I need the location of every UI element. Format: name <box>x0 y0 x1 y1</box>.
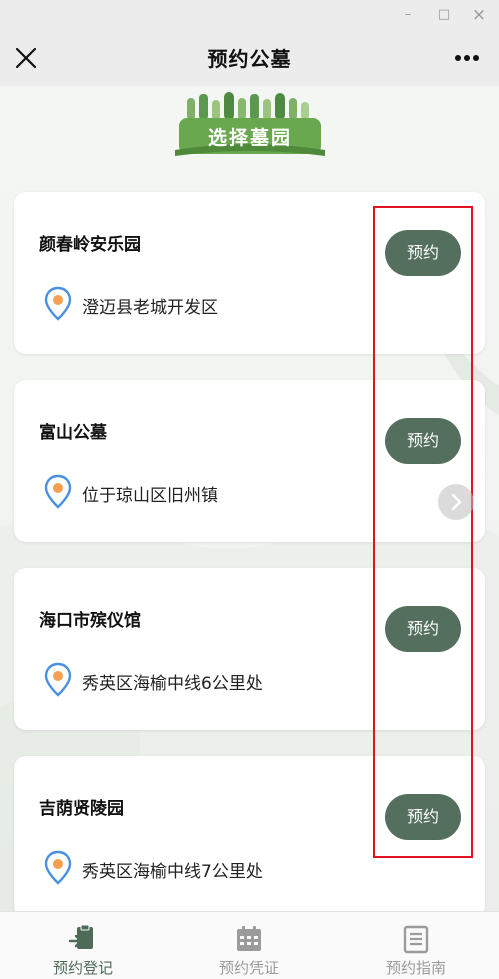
cemetery-address: 秀英区海榆中线6公里处 <box>82 674 263 694</box>
tab-guide[interactable]: 预约指南 <box>333 912 499 979</box>
cemetery-name: 吉荫贤陵园 <box>39 799 124 819</box>
chevron-right-icon[interactable] <box>438 484 474 520</box>
location-pin-icon <box>44 850 72 886</box>
maximize-button[interactable]: □ <box>434 5 454 25</box>
cemetery-address: 位于琼山区旧州镇 <box>82 486 218 506</box>
minimize-button[interactable]: – <box>398 5 418 25</box>
location-pin-icon <box>44 474 72 510</box>
page-title: 预约公墓 <box>207 47 292 71</box>
window-titlebar: – □ × <box>0 0 499 30</box>
calendar-icon <box>234 924 264 954</box>
cemetery-address: 秀英区海榆中线7公里处 <box>82 862 263 882</box>
location-pin-icon <box>44 286 72 322</box>
tab-label: 预约指南 <box>385 959 446 977</box>
tab-label: 预约登记 <box>52 959 113 977</box>
register-icon <box>68 924 98 954</box>
cemetery-name: 富山公墓 <box>39 423 107 443</box>
cemetery-address: 澄迈县老城开发区 <box>82 298 218 318</box>
more-icon[interactable] <box>449 42 485 74</box>
banner-title: 选择墓园 <box>207 127 292 149</box>
bottom-tab-bar: 预约登记 预约凭证 预约指南 <box>0 911 499 979</box>
location-pin-icon <box>44 662 72 698</box>
top-navbar: 预约公墓 <box>0 30 499 86</box>
tab-label: 预约凭证 <box>218 959 279 977</box>
select-cemetery-banner: 选择墓园 <box>175 90 325 162</box>
highlight-box <box>373 206 473 858</box>
cemetery-name: 颜春岭安乐园 <box>39 235 141 255</box>
tab-register[interactable]: 预约登记 <box>0 912 166 979</box>
tab-voucher[interactable]: 预约凭证 <box>166 912 332 979</box>
guide-icon <box>401 924 431 954</box>
cemetery-name: 海口市殡仪馆 <box>39 611 141 631</box>
window-close-button[interactable]: × <box>469 5 489 25</box>
